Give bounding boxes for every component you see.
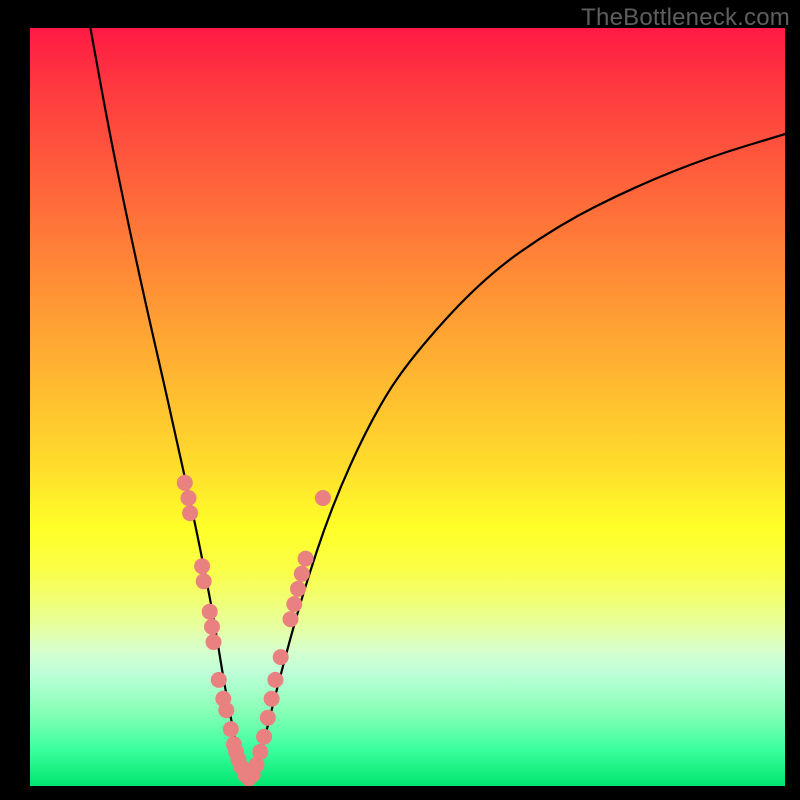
- highlight-dot: [196, 573, 212, 589]
- highlight-dot: [223, 721, 239, 737]
- highlight-dot: [218, 702, 234, 718]
- highlight-dot: [283, 611, 299, 627]
- highlight-dot: [294, 566, 310, 582]
- highlight-dot: [194, 558, 210, 574]
- highlight-dot: [298, 551, 314, 567]
- highlight-dot: [206, 634, 222, 650]
- highlight-dot: [315, 490, 331, 506]
- chart-frame: TheBottleneck.com: [0, 0, 800, 800]
- highlight-dot: [204, 619, 220, 635]
- plot-area: [30, 28, 785, 786]
- highlight-dots: [177, 475, 331, 786]
- highlight-dot: [202, 604, 218, 620]
- highlight-dot: [290, 581, 306, 597]
- highlight-dot: [264, 691, 280, 707]
- highlight-dot: [177, 475, 193, 491]
- watermark-label: TheBottleneck.com: [581, 4, 790, 32]
- highlight-dot: [267, 672, 283, 688]
- bottleneck-curve: [90, 28, 785, 782]
- highlight-dot: [260, 710, 276, 726]
- highlight-dot: [252, 744, 268, 760]
- highlight-dot: [182, 505, 198, 521]
- highlight-dot: [273, 649, 289, 665]
- highlight-dot: [286, 596, 302, 612]
- highlight-dot: [256, 729, 272, 745]
- highlight-dot: [181, 490, 197, 506]
- highlight-dot: [211, 672, 227, 688]
- chart-svg: [30, 28, 785, 786]
